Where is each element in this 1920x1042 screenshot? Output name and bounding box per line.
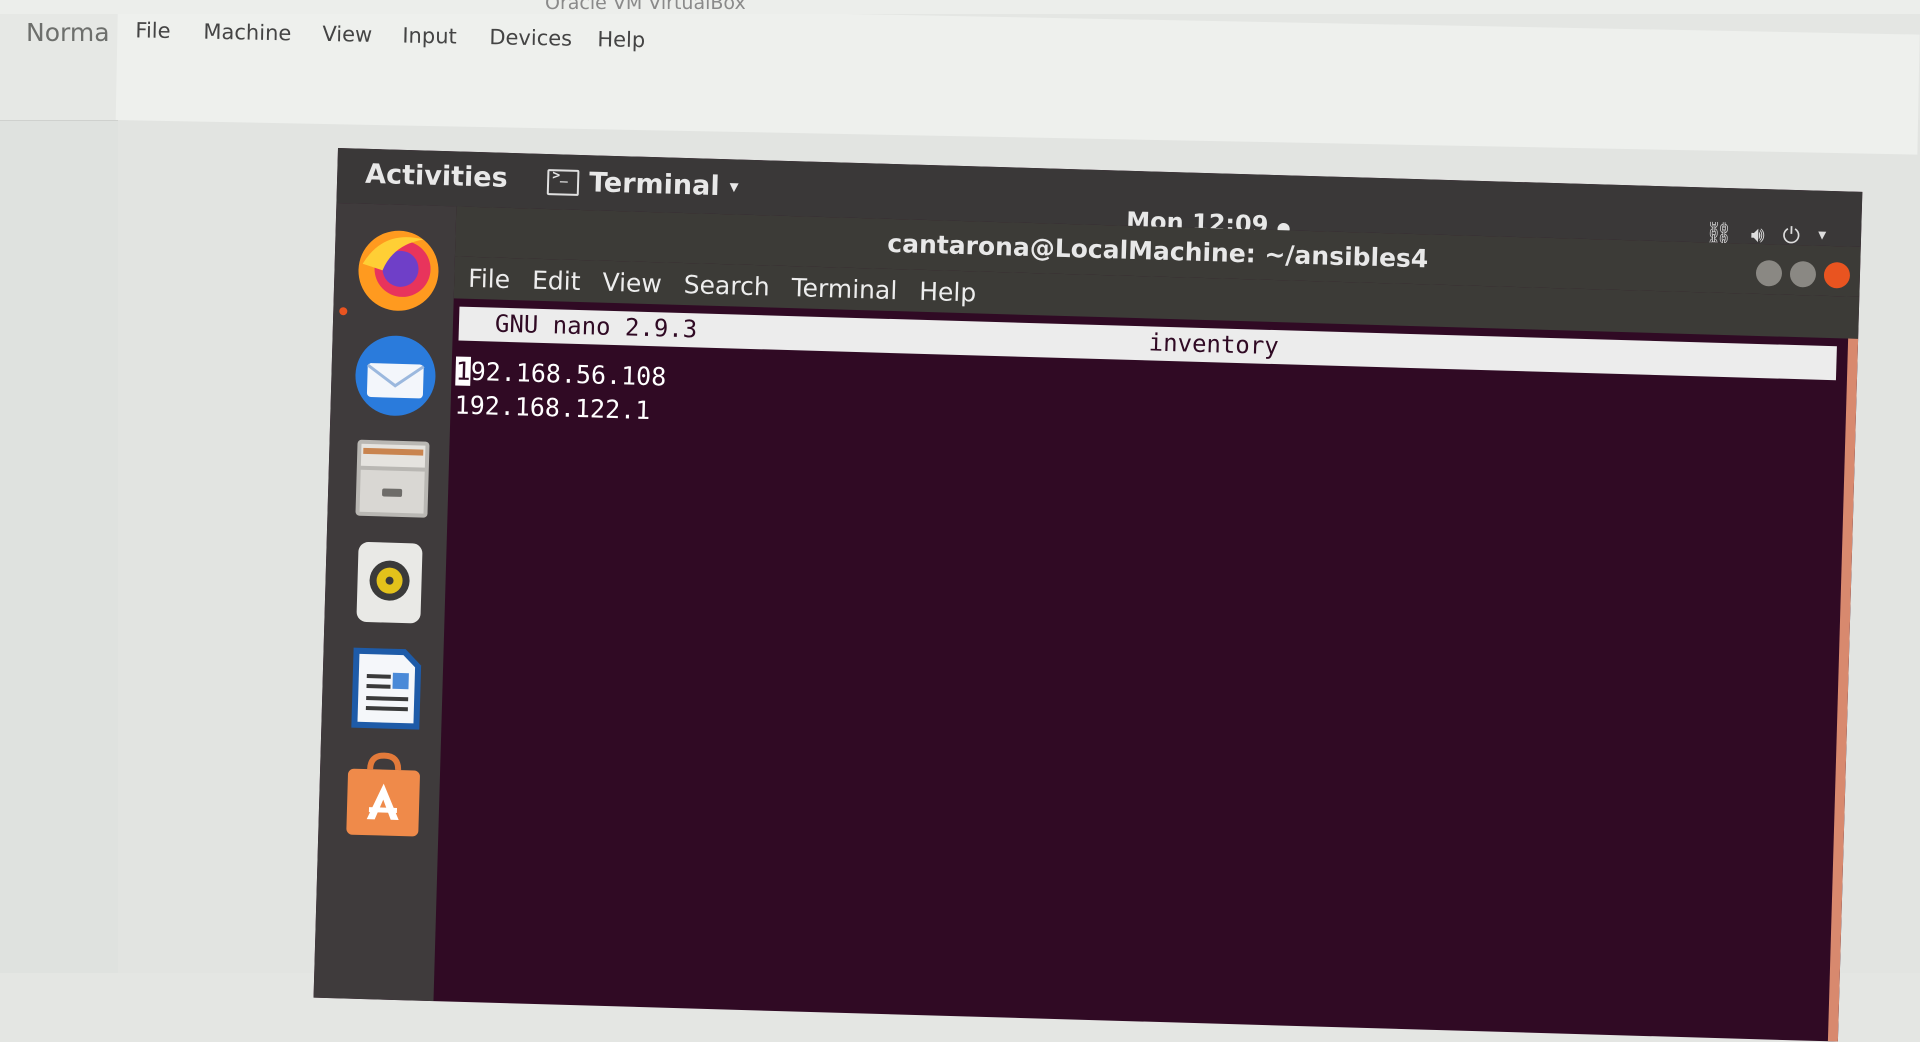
maximize-button[interactable] <box>1789 260 1817 288</box>
menu-search[interactable]: Search <box>683 270 770 301</box>
app-menu-button[interactable]: Terminal ▾ <box>546 166 739 203</box>
menu-edit[interactable]: Edit <box>532 265 581 295</box>
nano-version: GNU nano 2.9.3 <box>494 309 698 344</box>
app-menu-label: Terminal <box>588 167 721 202</box>
libreoffice-writer-icon[interactable] <box>339 641 434 736</box>
host-menu-help[interactable]: Help <box>597 27 645 52</box>
vm-display: Activities Terminal ▾ Mon 12:09 ● ⛓ 🔊︎ ⏻… <box>313 148 1863 1042</box>
terminal-window: cantarona@LocalMachine: ~/ansibles4 File… <box>433 206 1861 1042</box>
menu-terminal[interactable]: Terminal <box>791 273 897 305</box>
host-menu-machine[interactable]: Machine <box>203 20 291 46</box>
nano-filename: inventory <box>1148 328 1280 361</box>
host-menu-input[interactable]: Input <box>402 23 457 48</box>
software-center-icon[interactable] <box>336 748 431 843</box>
chevron-down-icon: ▾ <box>729 176 739 198</box>
host-window-title: Oracle VM VirtualBox <box>545 0 746 14</box>
files-icon[interactable] <box>345 431 440 526</box>
running-indicator-icon <box>339 307 348 316</box>
thunderbird-icon[interactable] <box>348 328 443 423</box>
dock <box>313 202 457 1002</box>
host-left-label: Norma <box>26 18 110 47</box>
host-menu-view[interactable]: View <box>322 22 372 47</box>
menu-file[interactable]: File <box>468 263 511 293</box>
menu-view[interactable]: View <box>602 267 662 298</box>
terminal-app-icon <box>546 168 580 196</box>
editor-line-2[interactable]: 192.168.122.1 <box>454 388 666 428</box>
close-button[interactable] <box>1823 261 1851 289</box>
window-controls <box>1755 259 1851 289</box>
nano-editor-area[interactable]: 192.168.56.108 192.168.122.1 <box>454 354 667 428</box>
editor-line-1-text: 92.168.56.108 <box>470 356 667 392</box>
activities-button[interactable]: Activities <box>365 159 508 194</box>
text-cursor: 1 <box>455 356 472 386</box>
menu-help[interactable]: Help <box>919 276 977 307</box>
minimize-button[interactable] <box>1755 259 1783 287</box>
host-menu-file[interactable]: File <box>135 18 171 43</box>
firefox-icon[interactable] <box>351 223 446 318</box>
host-menu-devices[interactable]: Devices <box>489 25 572 51</box>
host-left-panel: Norma <box>0 0 118 121</box>
host-titlebar: Oracle VM VirtualBox <box>0 0 1920 14</box>
rhythmbox-icon[interactable] <box>342 535 437 630</box>
host-left-strip <box>0 120 118 973</box>
